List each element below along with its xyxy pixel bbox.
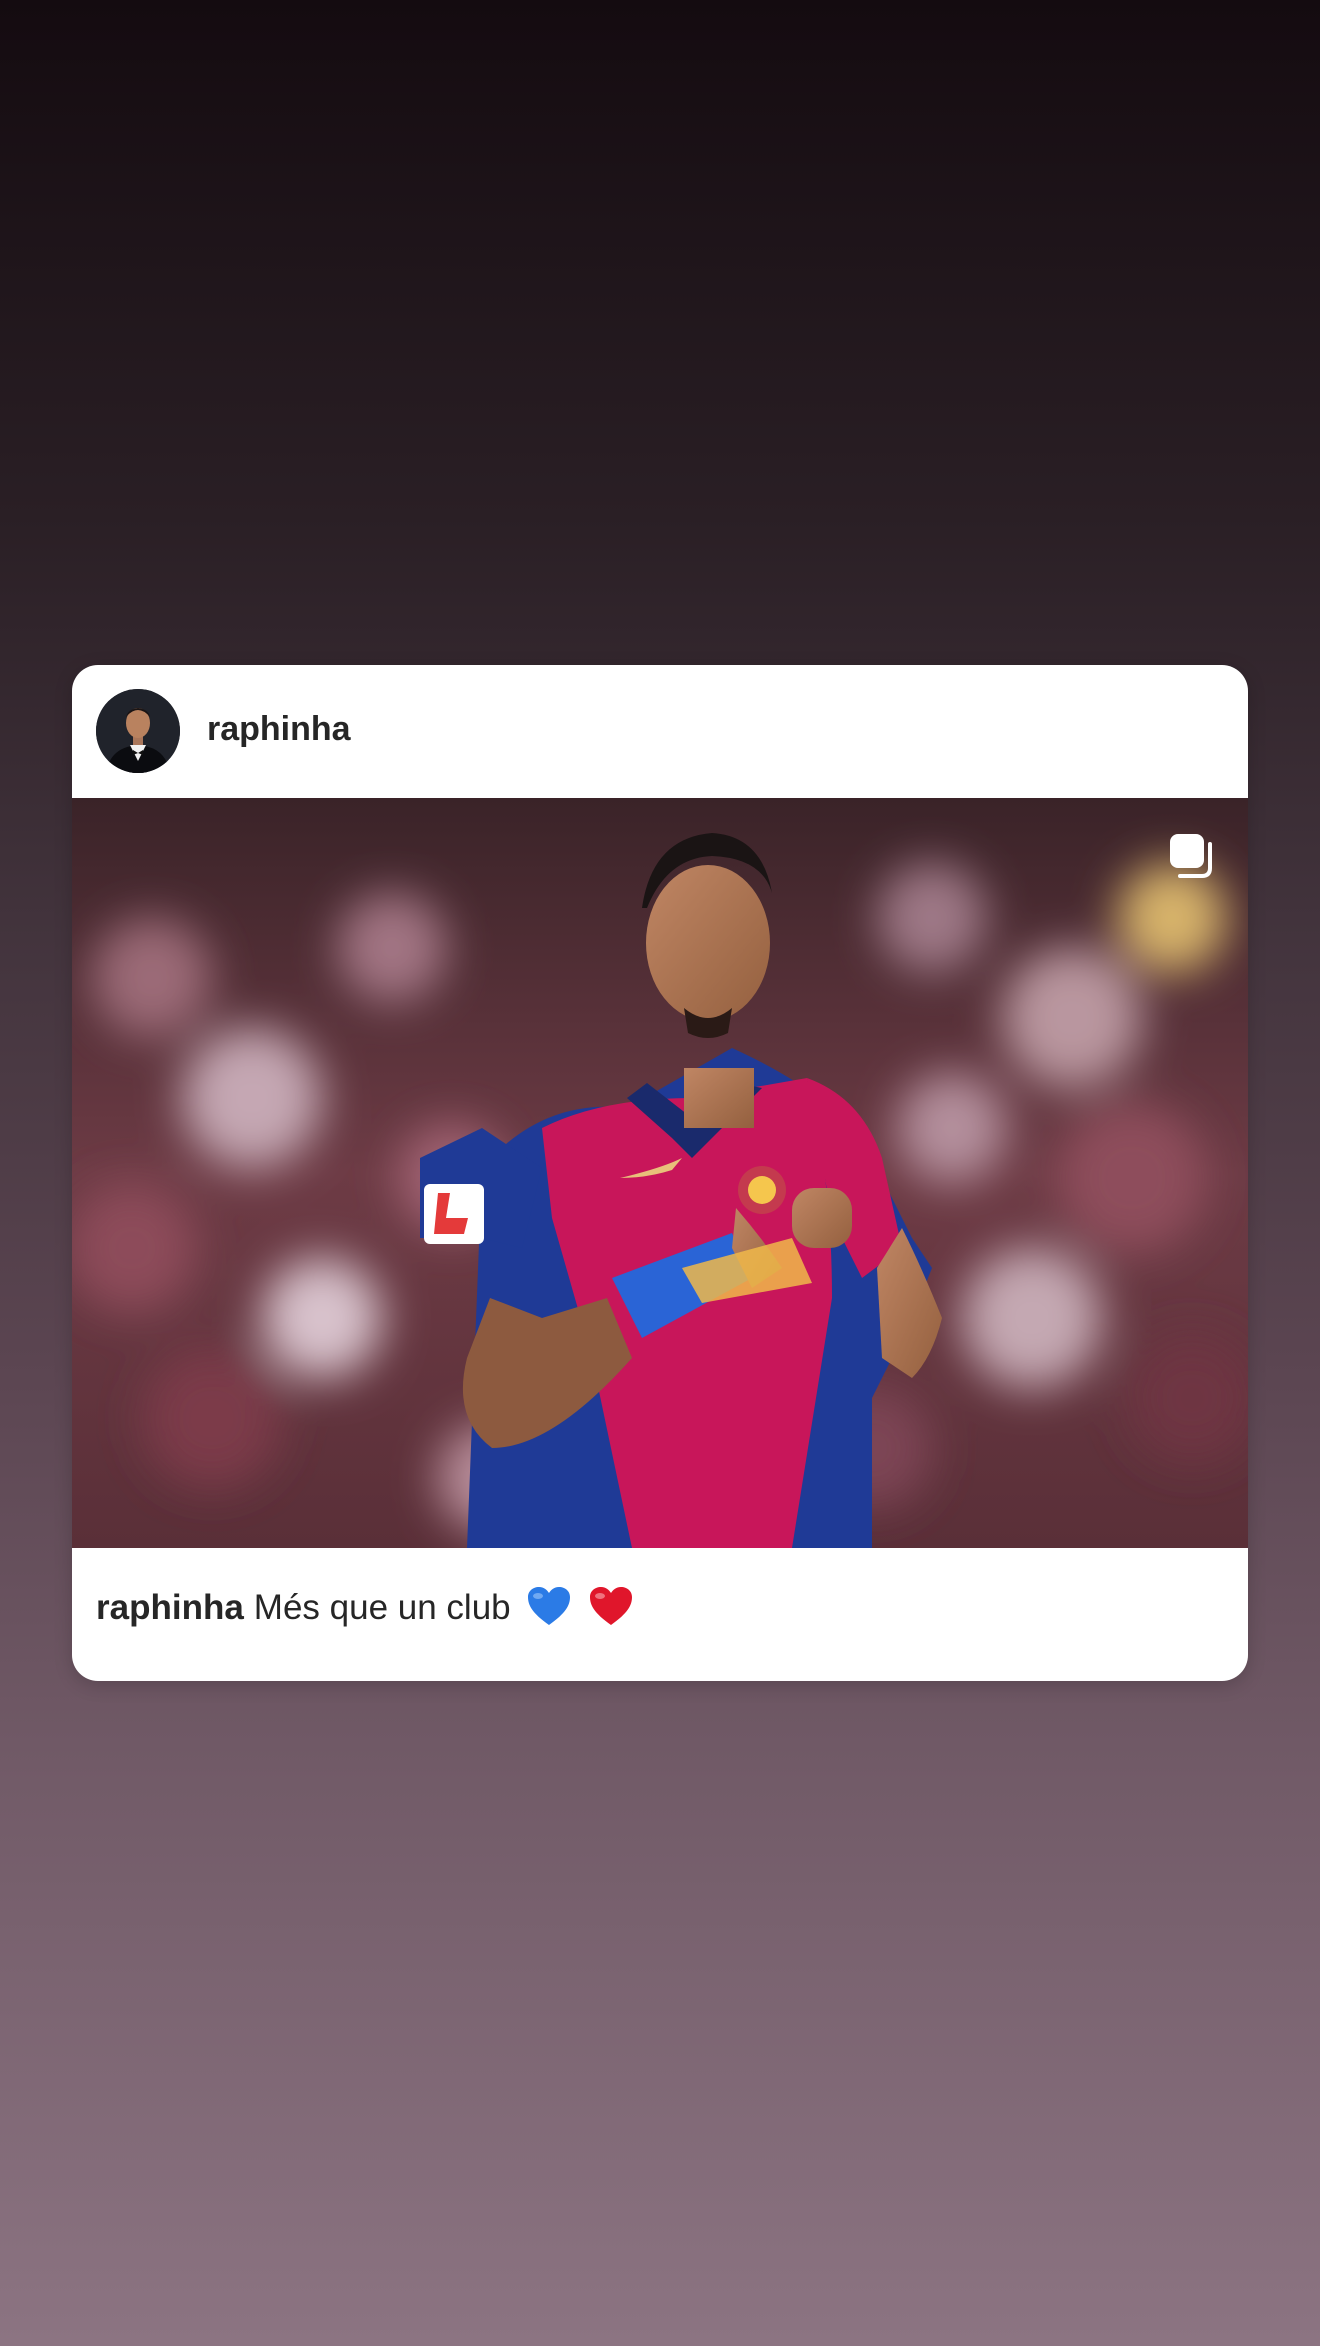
post-caption: raphinha Més que un club xyxy=(96,1585,1216,1630)
caption-text: Més que un club xyxy=(253,1588,511,1627)
story-post-card[interactable]: raphinha raphinha Més que un club xyxy=(72,665,1248,1681)
post-header: raphinha xyxy=(72,665,1248,798)
post-photo[interactable] xyxy=(72,798,1248,1548)
red-heart-icon xyxy=(590,1587,633,1625)
player-photo xyxy=(72,798,1248,1548)
avatar[interactable] xyxy=(96,689,180,773)
blue-heart-icon xyxy=(528,1587,571,1625)
post-username[interactable]: raphinha xyxy=(207,709,351,749)
carousel-icon xyxy=(1170,834,1212,878)
profile-photo-icon xyxy=(96,689,180,773)
caption-username[interactable]: raphinha xyxy=(96,1588,244,1627)
